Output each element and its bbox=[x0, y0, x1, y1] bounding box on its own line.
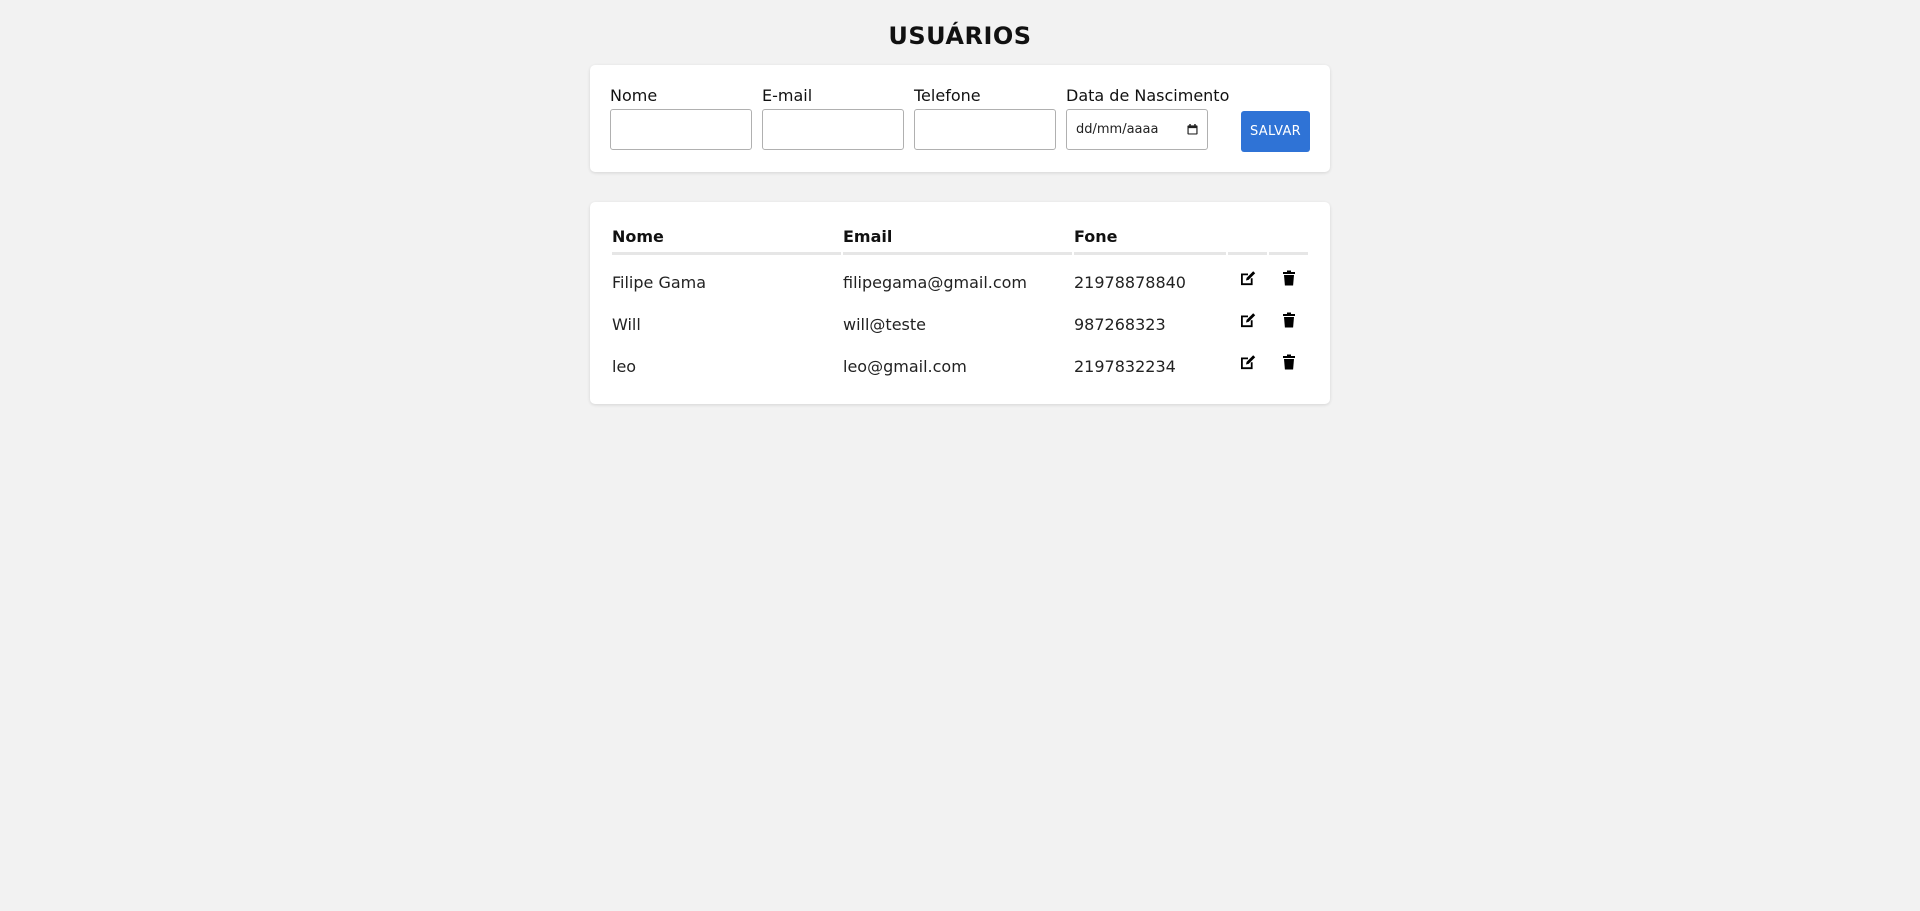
data-nascimento-label: Data de Nascimento bbox=[1066, 86, 1230, 105]
delete-cell bbox=[1269, 255, 1308, 303]
nome-input[interactable] bbox=[610, 109, 752, 150]
cell-email: will@teste bbox=[843, 314, 926, 334]
trash-icon[interactable] bbox=[1280, 353, 1298, 371]
delete-cell bbox=[1269, 303, 1308, 345]
header-nome: Nome bbox=[612, 226, 841, 255]
email-field: E-mail bbox=[762, 86, 904, 150]
edit-icon[interactable] bbox=[1239, 311, 1257, 329]
table-row: Filipe Gama filipegama@gmail.com 2197887… bbox=[612, 255, 1308, 303]
cell-nome: Filipe Gama bbox=[612, 272, 707, 292]
cell-fone: 2197832234 bbox=[1074, 356, 1176, 376]
calendar-icon[interactable] bbox=[1187, 124, 1198, 135]
data-nascimento-input[interactable]: dd/mm/aaaa bbox=[1066, 109, 1208, 150]
cell-nome: leo bbox=[612, 356, 637, 376]
nome-field: Nome bbox=[610, 86, 752, 150]
edit-cell bbox=[1228, 345, 1267, 387]
telefone-field: Telefone bbox=[914, 86, 1056, 150]
edit-icon[interactable] bbox=[1239, 353, 1257, 371]
telefone-input[interactable] bbox=[914, 109, 1056, 150]
header-email: Email bbox=[843, 226, 1072, 255]
email-input[interactable] bbox=[762, 109, 904, 150]
trash-icon[interactable] bbox=[1280, 311, 1298, 329]
cell-nome: Will bbox=[612, 314, 641, 334]
table-header-row: Nome Email Fone bbox=[612, 226, 1308, 255]
edit-cell bbox=[1228, 255, 1267, 303]
save-button[interactable]: SALVAR bbox=[1241, 111, 1310, 152]
cell-fone: 21978878840 bbox=[1074, 272, 1186, 292]
table-row: Will will@teste 987268323 bbox=[612, 303, 1308, 345]
table-row: leo leo@gmail.com 2197832234 bbox=[612, 345, 1308, 387]
cell-fone: 987268323 bbox=[1074, 314, 1166, 334]
email-label: E-mail bbox=[762, 86, 813, 105]
page: USUÁRIOS Nome E-mail Telefone Data de Na… bbox=[0, 0, 1920, 911]
data-nascimento-field: Data de Nascimento dd/mm/aaaa bbox=[1066, 86, 1229, 150]
cell-email: filipegama@gmail.com bbox=[843, 272, 1028, 292]
edit-cell bbox=[1228, 303, 1267, 345]
user-form-card: Nome E-mail Telefone Data de Nascimento … bbox=[590, 65, 1330, 172]
telefone-label: Telefone bbox=[914, 86, 981, 105]
header-fone: Fone bbox=[1074, 226, 1226, 255]
header-delete-column bbox=[1269, 226, 1308, 255]
trash-icon[interactable] bbox=[1280, 269, 1298, 287]
users-table-card: Nome Email Fone Filipe Gama filipegama@g… bbox=[590, 202, 1330, 404]
nome-label: Nome bbox=[610, 86, 658, 105]
header-edit-column bbox=[1228, 226, 1267, 255]
users-table: Nome Email Fone Filipe Gama filipegama@g… bbox=[610, 226, 1310, 387]
page-title: USUÁRIOS bbox=[888, 22, 1032, 50]
cell-email: leo@gmail.com bbox=[843, 356, 967, 376]
delete-cell bbox=[1269, 345, 1308, 387]
edit-icon[interactable] bbox=[1239, 269, 1257, 287]
date-placeholder: dd/mm/aaaa bbox=[1076, 122, 1159, 137]
